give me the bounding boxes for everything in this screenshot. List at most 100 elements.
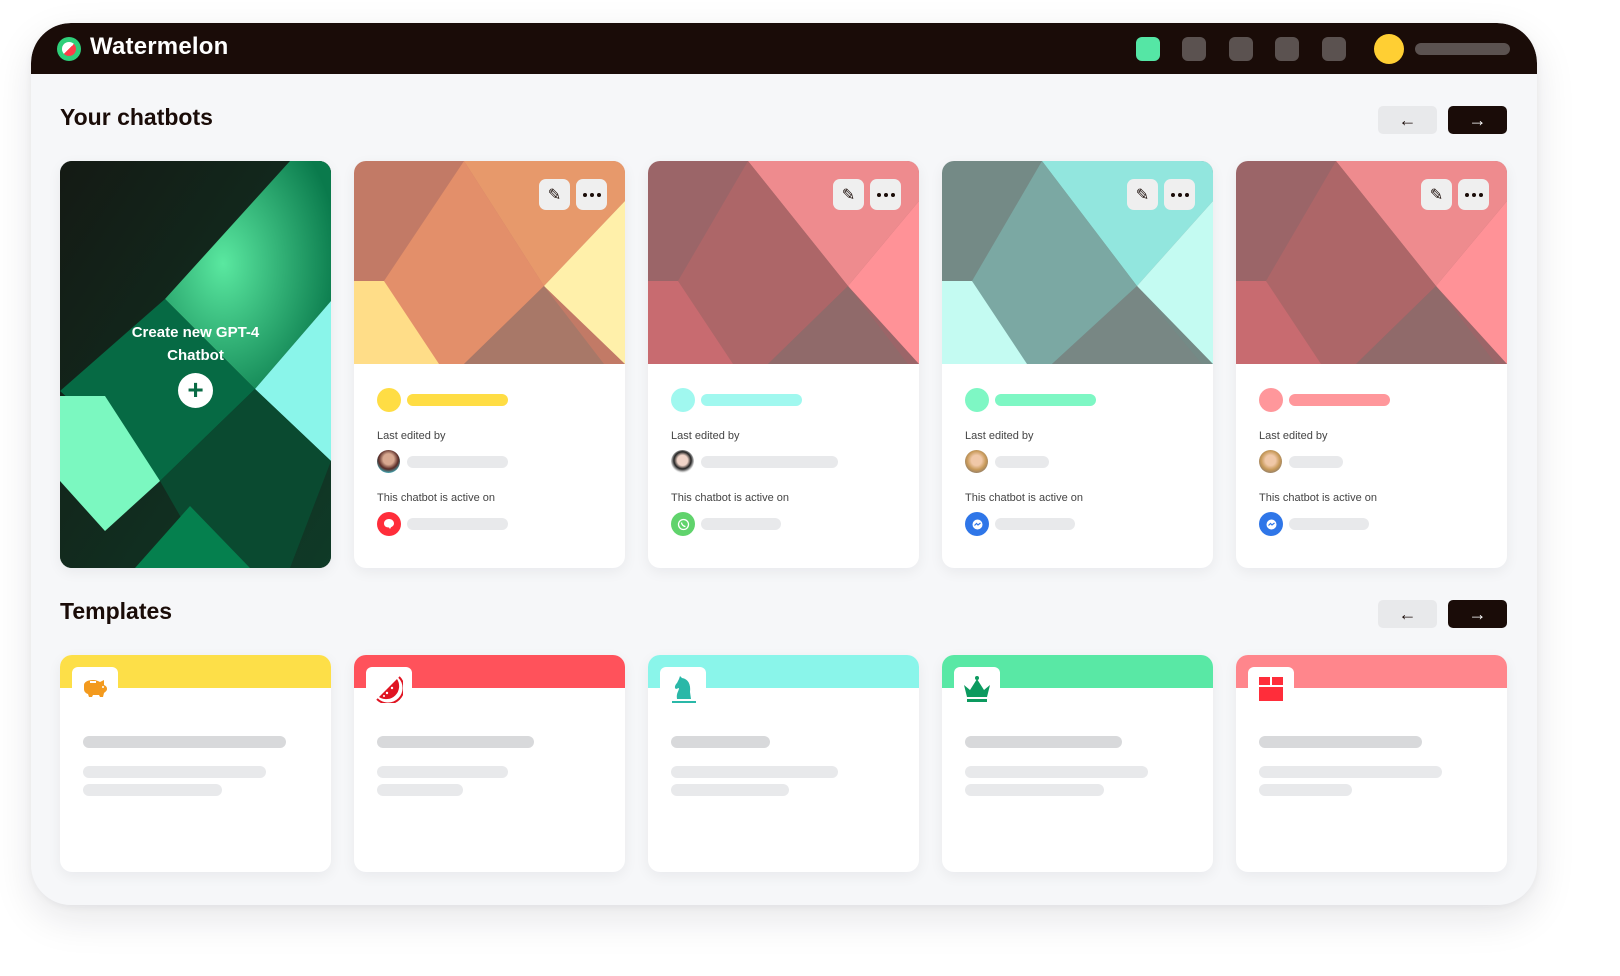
channel-name-placeholder <box>995 518 1075 530</box>
template-desc-placeholder <box>83 784 222 796</box>
template-title-placeholder <box>83 736 286 748</box>
nav-item-1[interactable] <box>1136 37 1160 61</box>
chat-bubble-icon <box>377 512 401 536</box>
more-dots-icon <box>876 192 895 197</box>
edit-button[interactable]: ✎ <box>833 179 864 210</box>
more-options-button[interactable] <box>1164 179 1195 210</box>
chatbots-title: Your chatbots <box>60 104 213 130</box>
last-edited-label: Last edited by <box>671 430 740 442</box>
watermelon-icon <box>376 676 403 703</box>
template-title-placeholder <box>965 736 1122 748</box>
template-icon-tab <box>660 667 706 711</box>
last-edited-label: Last edited by <box>965 430 1034 442</box>
bot-name-placeholder <box>995 394 1096 406</box>
user-name-placeholder <box>1415 43 1510 55</box>
template-title-placeholder <box>377 736 534 748</box>
nav-item-4[interactable] <box>1275 37 1299 61</box>
bot-name-placeholder <box>701 394 802 406</box>
template-card[interactable] <box>648 655 919 872</box>
template-desc-placeholder <box>377 784 463 796</box>
template-icon-tab <box>72 667 118 711</box>
chatbot-card[interactable]: ✎ Last edited by This chatbot is active … <box>648 161 919 568</box>
edit-button[interactable]: ✎ <box>1127 179 1158 210</box>
editor-name-placeholder <box>1289 456 1343 468</box>
brand-name: Watermelon <box>90 33 229 60</box>
messenger-icon <box>965 512 989 536</box>
active-on-label: This chatbot is active on <box>377 492 496 504</box>
template-title-placeholder <box>671 736 770 748</box>
template-icon-tab <box>1248 667 1294 711</box>
more-dots-icon <box>1464 192 1483 197</box>
bot-color-dot <box>671 388 695 412</box>
create-label-line1: Create new GPT-4 <box>131 324 260 341</box>
active-on-label: This chatbot is active on <box>965 492 1084 504</box>
bot-name-placeholder <box>407 394 508 406</box>
last-edited-label: Last edited by <box>377 430 446 442</box>
more-options-button[interactable] <box>576 179 607 210</box>
last-edited-label: Last edited by <box>1259 430 1328 442</box>
gift-box-icon <box>1259 677 1283 701</box>
edit-button[interactable]: ✎ <box>1421 179 1452 210</box>
template-icon-tab <box>366 667 412 711</box>
create-label-line2: Chatbot <box>167 347 224 364</box>
nav-item-2[interactable] <box>1182 37 1206 61</box>
editor-avatar <box>377 450 400 473</box>
nav-item-3[interactable] <box>1229 37 1253 61</box>
template-card[interactable] <box>60 655 331 872</box>
bot-color-dot <box>965 388 989 412</box>
editor-avatar <box>1259 450 1282 473</box>
plus-icon[interactable]: + <box>178 373 213 408</box>
template-desc-placeholder <box>83 766 266 778</box>
pencil-icon: ✎ <box>1429 186 1444 204</box>
template-card[interactable] <box>942 655 1213 872</box>
pencil-icon: ✎ <box>547 186 562 204</box>
bot-color-dot <box>1259 388 1283 412</box>
whatsapp-icon <box>671 512 695 536</box>
channel-name-placeholder <box>701 518 781 530</box>
templates-next-button[interactable]: → <box>1448 600 1507 628</box>
channel-name-placeholder <box>407 518 508 530</box>
create-chatbot-card[interactable]: Create new GPT-4 Chatbot + <box>60 161 331 568</box>
bot-name-placeholder <box>1289 394 1390 406</box>
bot-color-dot <box>377 388 401 412</box>
chess-knight-icon <box>672 676 696 703</box>
nav-item-5[interactable] <box>1322 37 1346 61</box>
templates-prev-button[interactable]: ← <box>1378 600 1437 628</box>
template-desc-placeholder <box>671 766 838 778</box>
more-options-button[interactable] <box>1458 179 1489 210</box>
crown-icon <box>964 676 990 702</box>
template-desc-placeholder <box>377 766 508 778</box>
chatbots-prev-button[interactable]: ← <box>1378 106 1437 134</box>
edit-button[interactable]: ✎ <box>539 179 570 210</box>
more-options-button[interactable] <box>870 179 901 210</box>
template-desc-placeholder <box>671 784 789 796</box>
editor-name-placeholder <box>407 456 508 468</box>
pencil-icon: ✎ <box>841 186 856 204</box>
active-on-label: This chatbot is active on <box>671 492 790 504</box>
top-bar: Watermelon <box>31 23 1537 74</box>
piggy-bank-icon <box>84 680 107 697</box>
watermelon-logo-icon <box>57 37 81 61</box>
template-desc-placeholder <box>965 766 1148 778</box>
templates-title: Templates <box>60 598 173 624</box>
user-avatar[interactable] <box>1374 34 1404 64</box>
editor-name-placeholder <box>701 456 838 468</box>
app-window: Watermelon Your chatbots ← → Create new … <box>31 23 1537 905</box>
active-on-label: This chatbot is active on <box>1259 492 1378 504</box>
editor-avatar <box>965 450 988 473</box>
chatbot-card[interactable]: ✎ Last edited by This chatbot is active … <box>1236 161 1507 568</box>
template-title-placeholder <box>1259 736 1422 748</box>
template-desc-placeholder <box>1259 766 1442 778</box>
chatbot-card[interactable]: ✎ Last edited by This chatbot is active … <box>354 161 625 568</box>
template-desc-placeholder <box>1259 784 1352 796</box>
chatbots-next-button[interactable]: → <box>1448 106 1507 134</box>
editor-name-placeholder <box>995 456 1049 468</box>
chatbot-card[interactable]: ✎ Last edited by This chatbot is active … <box>942 161 1213 568</box>
messenger-icon <box>1259 512 1283 536</box>
editor-avatar <box>671 450 694 473</box>
template-card[interactable] <box>1236 655 1507 872</box>
more-dots-icon <box>582 192 601 197</box>
pencil-icon: ✎ <box>1135 186 1150 204</box>
template-card[interactable] <box>354 655 625 872</box>
template-desc-placeholder <box>965 784 1104 796</box>
